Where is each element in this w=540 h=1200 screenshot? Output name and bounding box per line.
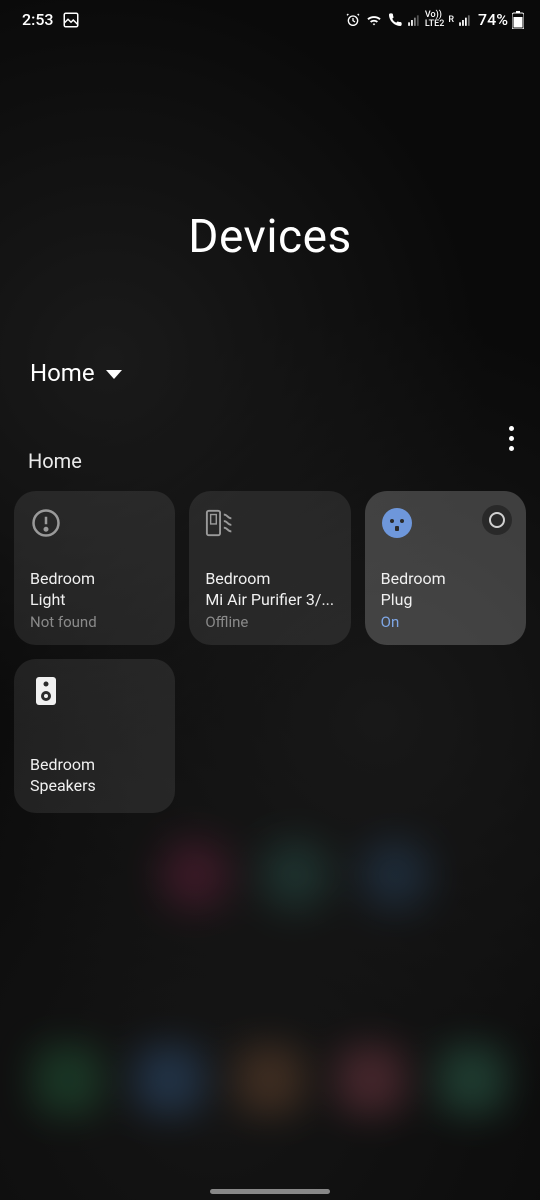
location-selected: Home: [30, 359, 95, 387]
device-status: Offline: [205, 613, 334, 631]
device-card-purifier[interactable]: Bedroom Mi Air Purifier 3/... Offline: [189, 491, 350, 645]
status-time: 2:53: [22, 10, 54, 29]
device-card-speakers[interactable]: Bedroom Speakers: [14, 659, 175, 813]
device-name-line2: Speakers: [30, 776, 159, 796]
signal2-icon: [458, 13, 472, 27]
device-status: Not found: [30, 613, 159, 631]
speaker-icon: [30, 675, 62, 707]
background-blur: [160, 840, 540, 910]
device-name-line2: Plug: [381, 590, 510, 610]
device-name-line2: Light: [30, 590, 159, 610]
device-name-line1: Bedroom: [30, 755, 159, 775]
status-network: LTE2: [425, 19, 444, 29]
call-icon: [387, 12, 403, 28]
image-icon: [62, 11, 80, 29]
location-dropdown[interactable]: Home: [30, 359, 540, 387]
device-name-line1: Bedroom: [205, 569, 334, 589]
device-toggle[interactable]: [482, 505, 512, 535]
alert-icon: [30, 507, 62, 539]
navigation-handle[interactable]: [210, 1189, 330, 1194]
alarm-icon: [345, 12, 361, 28]
signal-icon: [407, 13, 421, 27]
device-name-line2: Mi Air Purifier 3/...: [205, 590, 334, 610]
device-card-plug[interactable]: Bedroom Plug On: [365, 491, 526, 645]
device-status: On: [381, 613, 510, 631]
wifi-icon: [365, 12, 383, 28]
plug-icon: [381, 507, 413, 539]
device-name-line1: Bedroom: [381, 569, 510, 589]
battery-icon: [512, 11, 524, 29]
status-bar: 2:53 Vo)) LTE2 R 74%: [0, 0, 540, 35]
status-roaming: R: [448, 15, 454, 25]
device-name-line1: Bedroom: [30, 569, 159, 589]
background-blur: [0, 1045, 540, 1115]
more-menu-button[interactable]: [503, 420, 520, 457]
page-title: Devices: [0, 210, 540, 264]
status-battery: 74%: [478, 10, 508, 29]
section-label: Home: [28, 449, 540, 473]
device-card-light[interactable]: Bedroom Light Not found: [14, 491, 175, 645]
purifier-icon: [205, 507, 237, 539]
device-grid: Bedroom Light Not found Bedroom Mi Air P…: [0, 473, 540, 813]
chevron-down-icon: [105, 369, 123, 381]
